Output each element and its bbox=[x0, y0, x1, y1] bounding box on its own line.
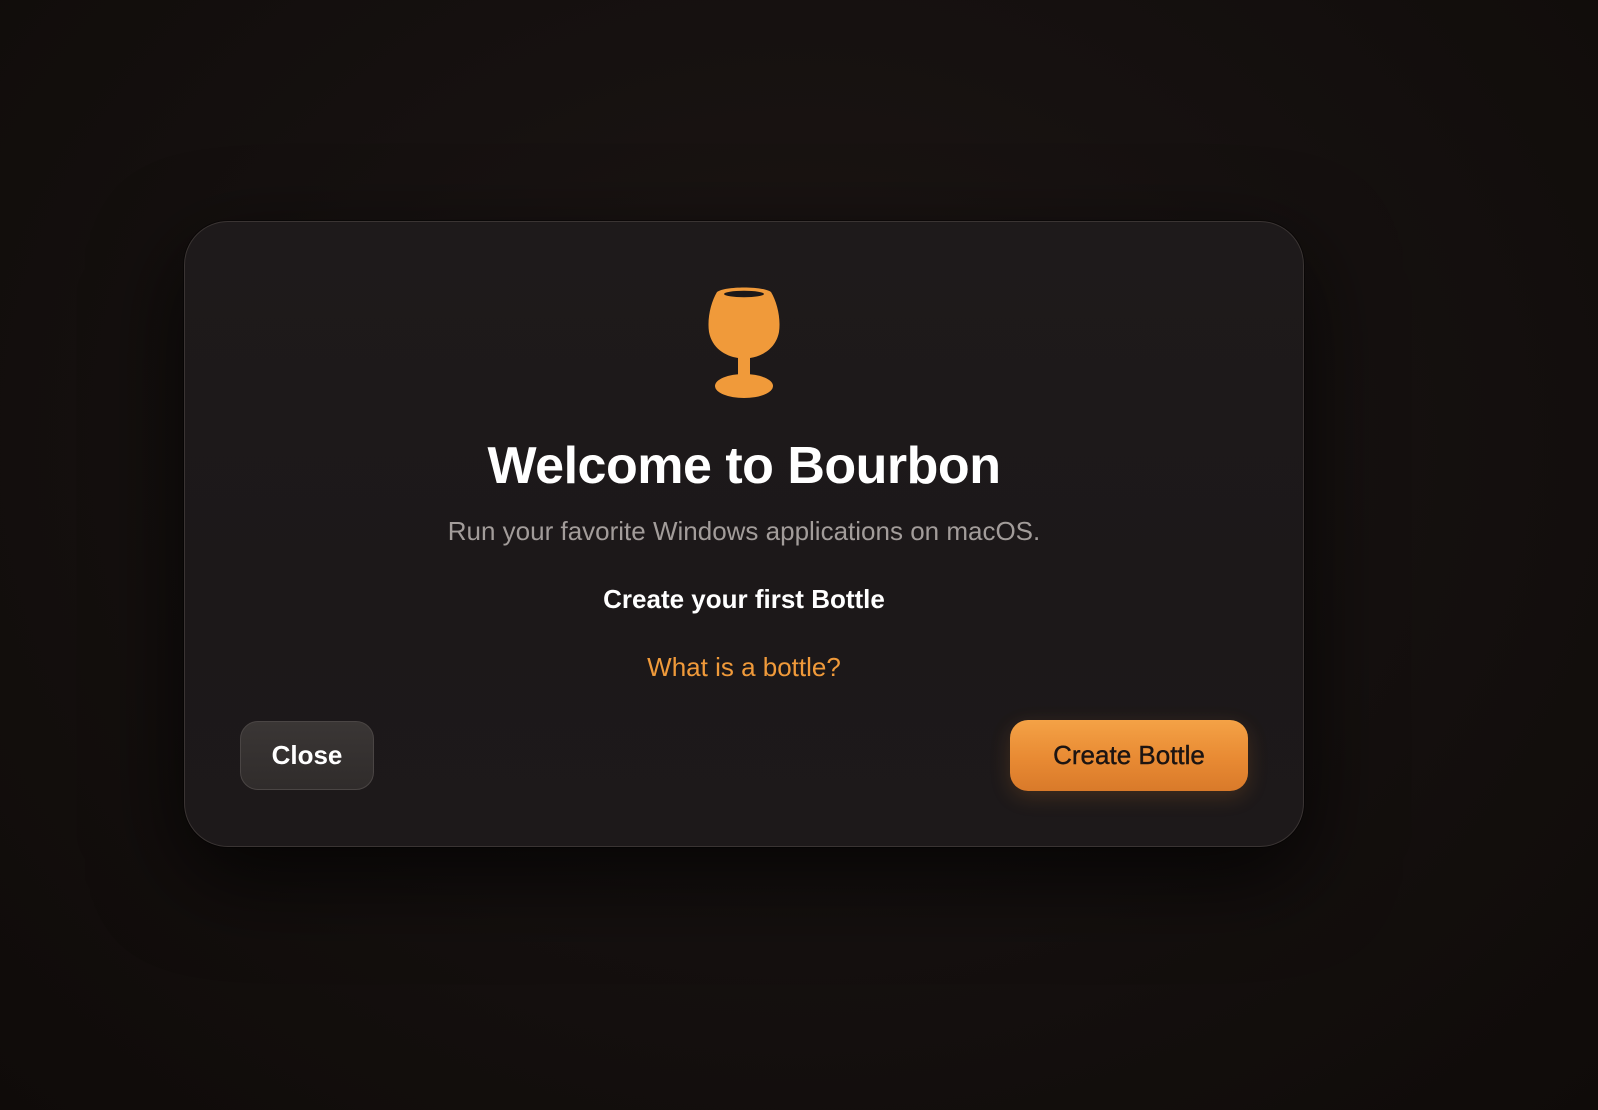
create-bottle-button[interactable]: Create Bottle bbox=[1010, 720, 1248, 791]
section-heading: Create your first Bottle bbox=[603, 584, 885, 614]
dialog-title: Welcome to Bourbon bbox=[487, 437, 1001, 495]
what-is-a-bottle-link[interactable]: What is a bottle? bbox=[647, 654, 841, 680]
dialog-subtitle: Run your favorite Windows applications o… bbox=[447, 516, 1041, 546]
welcome-dialog: Welcome to Bourbon Run your favorite Win… bbox=[184, 221, 1304, 847]
wine-glass-icon bbox=[708, 287, 780, 398]
close-button[interactable]: Close bbox=[240, 721, 374, 790]
